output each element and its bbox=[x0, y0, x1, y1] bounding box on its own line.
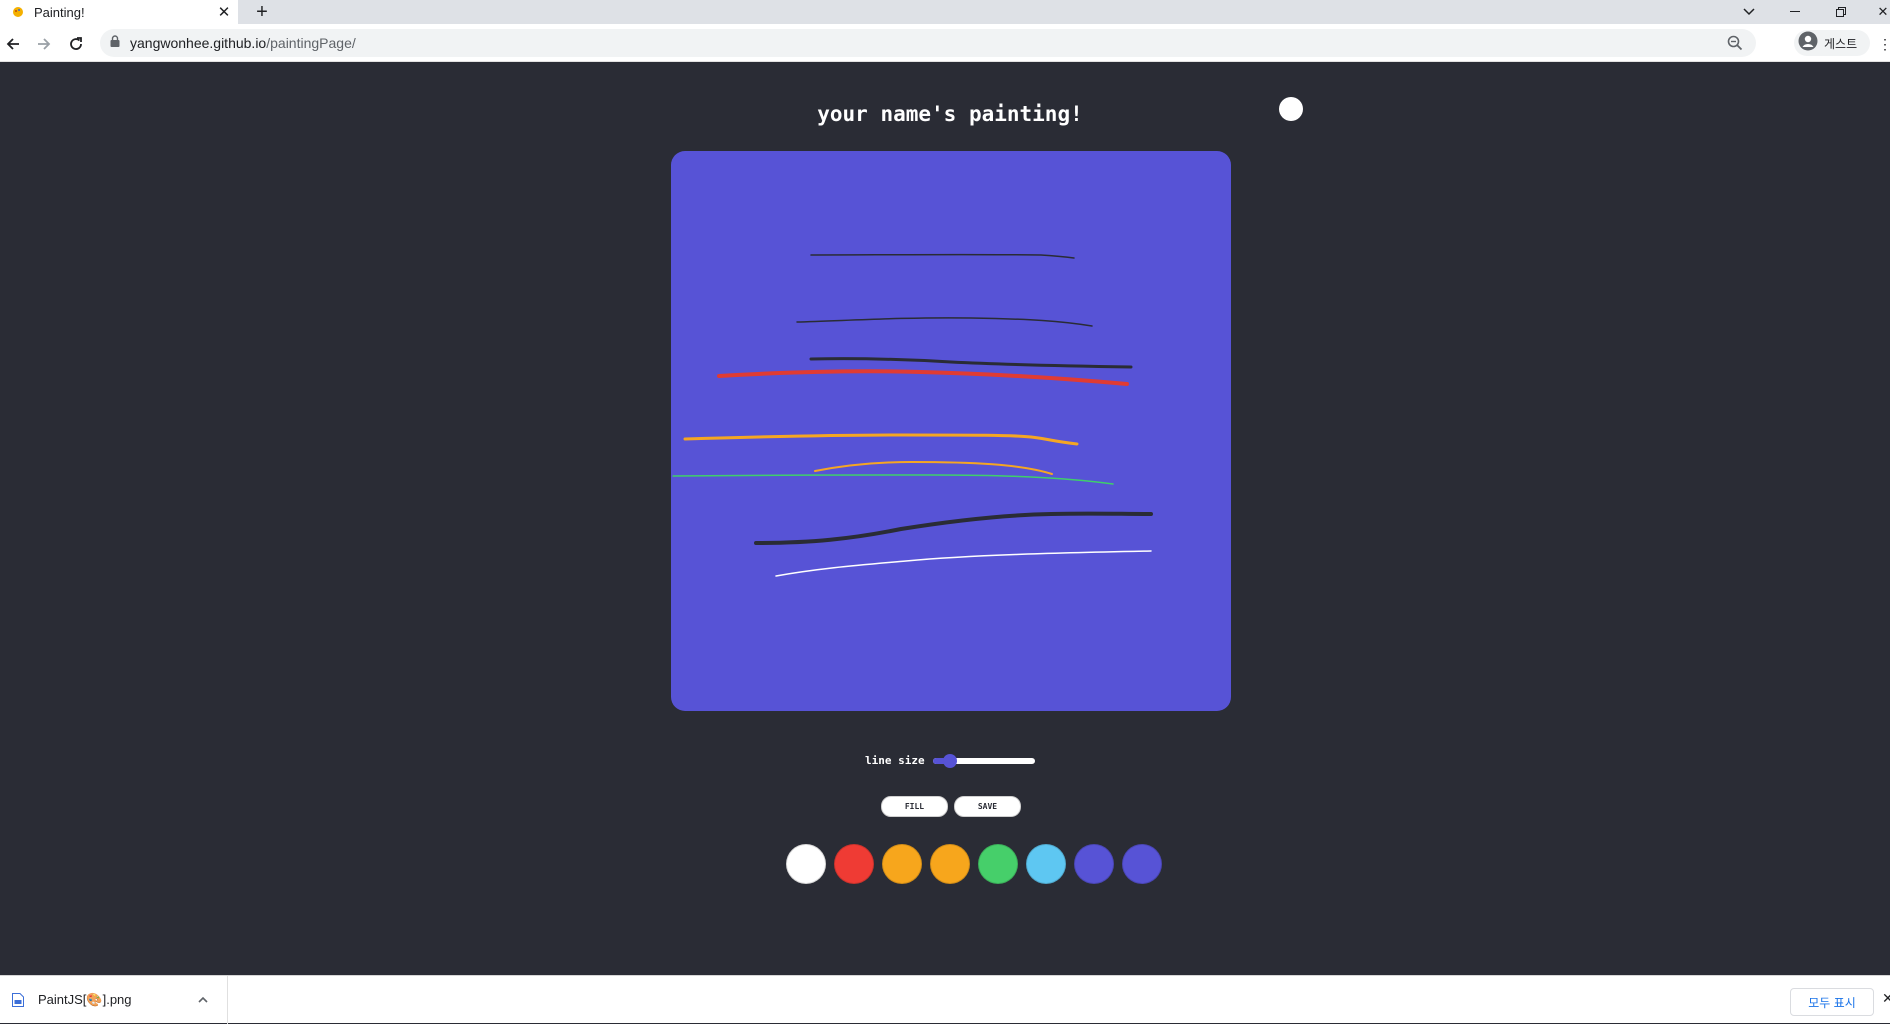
browser-toolbar: yangwonhee.github.io/paintingPage/ 게스트 ⋮ bbox=[0, 24, 1890, 62]
url-path: /paintingPage/ bbox=[266, 35, 356, 51]
chevron-up-icon[interactable] bbox=[195, 992, 211, 1008]
painting-page: your name's painting! line size FILL SAV… bbox=[0, 62, 1890, 975]
restore-icon[interactable] bbox=[1826, 0, 1856, 24]
stroke-6 bbox=[814, 460, 1053, 475]
download-shelf: PaintJS[🎨].png 모두 표시 ✕ bbox=[0, 975, 1890, 1024]
fill-button[interactable]: FILL bbox=[881, 796, 948, 817]
download-item[interactable]: PaintJS[🎨].png bbox=[0, 976, 228, 1024]
color-palette bbox=[786, 844, 1162, 884]
brush-cursor bbox=[1279, 97, 1303, 121]
stroke-8 bbox=[754, 511, 1153, 545]
download-file-name: PaintJS[🎨].png bbox=[38, 992, 132, 1007]
back-icon[interactable] bbox=[0, 31, 26, 57]
color-swatch-indigo-2[interactable] bbox=[1122, 844, 1162, 884]
palette-icon bbox=[12, 6, 24, 18]
url-text: yangwonhee.github.io/paintingPage/ bbox=[130, 35, 356, 51]
color-swatch-indigo[interactable] bbox=[1074, 844, 1114, 884]
plus-icon[interactable]: + bbox=[250, 0, 274, 24]
control-buttons: FILL SAVE bbox=[881, 796, 1021, 817]
image-file-icon bbox=[12, 993, 24, 1007]
close-icon[interactable]: ✕ bbox=[214, 2, 234, 22]
reload-icon[interactable] bbox=[63, 31, 89, 57]
minimize-icon[interactable] bbox=[1780, 0, 1810, 24]
avatar-icon bbox=[1798, 31, 1818, 56]
color-swatch-white[interactable] bbox=[786, 844, 826, 884]
color-swatch-orange-2[interactable] bbox=[930, 844, 970, 884]
canvas-drawing bbox=[672, 253, 1153, 577]
color-swatch-orange[interactable] bbox=[882, 844, 922, 884]
profile-label: 게스트 bbox=[1824, 36, 1858, 51]
tab-search-icon[interactable] bbox=[1734, 0, 1764, 24]
active-tab[interactable]: Painting! ✕ bbox=[0, 0, 238, 24]
save-button[interactable]: SAVE bbox=[954, 796, 1021, 817]
stroke-9 bbox=[775, 550, 1152, 577]
stroke-7 bbox=[672, 474, 1114, 485]
close-icon[interactable]: ✕ bbox=[1882, 990, 1890, 1007]
line-size-thumb[interactable] bbox=[942, 753, 957, 768]
close-icon[interactable]: ✕ bbox=[1868, 0, 1890, 24]
stroke-4 bbox=[717, 369, 1129, 386]
line-size-slider[interactable] bbox=[932, 753, 1035, 768]
url-host: yangwonhee.github.io bbox=[130, 35, 267, 51]
zoom-icon[interactable] bbox=[1726, 34, 1744, 52]
stroke-2 bbox=[796, 317, 1093, 327]
more-menu-icon[interactable]: ⋮ bbox=[1878, 34, 1890, 54]
line-size-control: line size bbox=[865, 753, 1035, 768]
tab-title: Painting! bbox=[34, 4, 85, 20]
line-size-label: line size bbox=[865, 754, 925, 767]
color-swatch-skyblue[interactable] bbox=[1026, 844, 1066, 884]
stroke-5 bbox=[683, 433, 1079, 446]
color-swatch-green[interactable] bbox=[978, 844, 1018, 884]
page-title: your name's painting! bbox=[817, 102, 1083, 126]
forward-icon[interactable] bbox=[31, 31, 57, 57]
stroke-1 bbox=[810, 253, 1075, 259]
tab-strip: Painting! ✕ + ✕ bbox=[0, 0, 1890, 24]
address-bar[interactable]: yangwonhee.github.io/paintingPage/ bbox=[100, 29, 1756, 57]
color-swatch-red[interactable] bbox=[834, 844, 874, 884]
paint-canvas[interactable] bbox=[671, 151, 1231, 711]
stroke-3 bbox=[809, 357, 1133, 369]
profile-button[interactable]: 게스트 bbox=[1794, 30, 1870, 56]
show-all-downloads-button[interactable]: 모두 표시 bbox=[1790, 988, 1874, 1016]
lock-icon[interactable] bbox=[110, 34, 120, 52]
